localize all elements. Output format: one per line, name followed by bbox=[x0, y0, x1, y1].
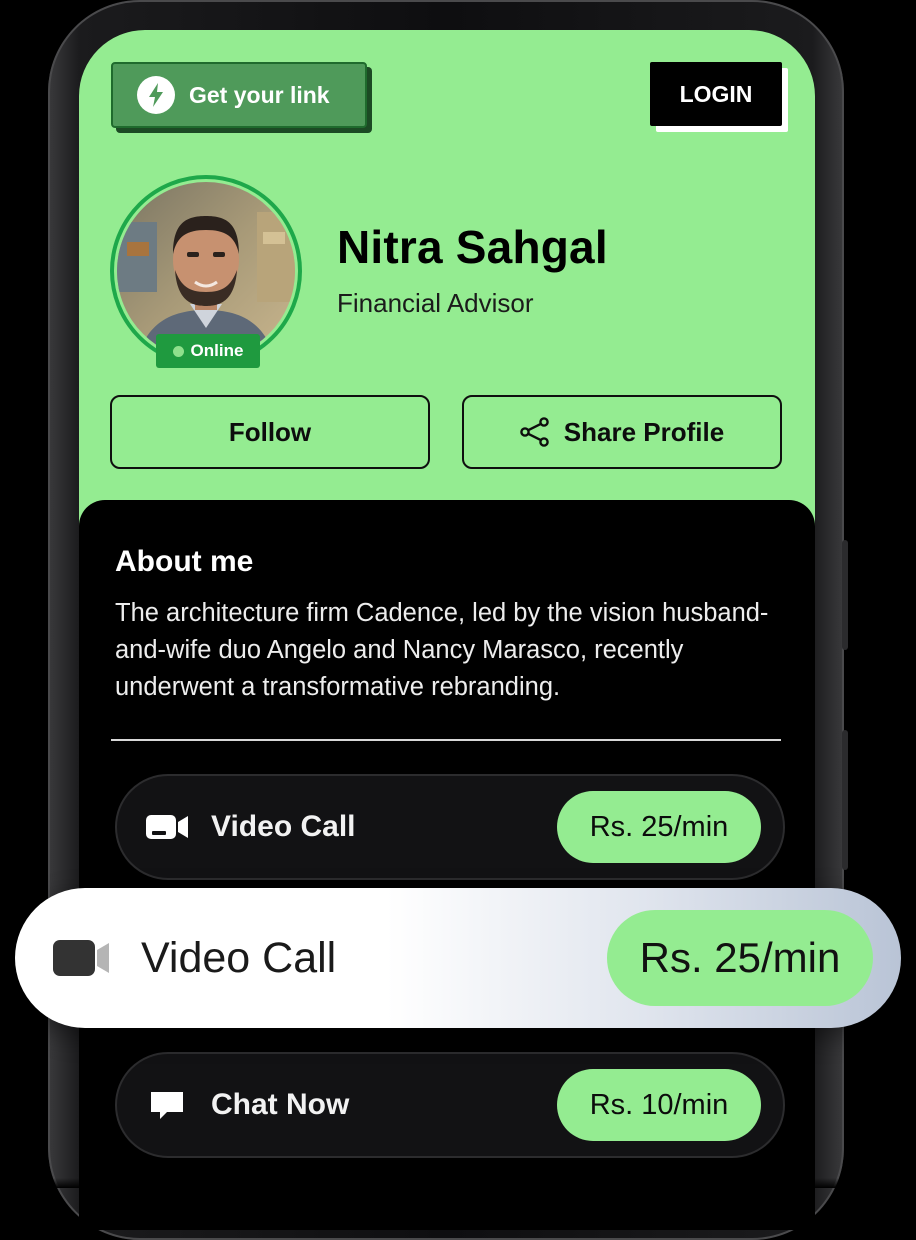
status-badge-label: Online bbox=[190, 341, 244, 360]
profile-name: Nitra Sahgal bbox=[337, 221, 608, 273]
about-title: About me bbox=[115, 545, 254, 578]
video-camera-icon bbox=[53, 939, 111, 977]
about-text: The architecture firm Cadence, led by th… bbox=[115, 599, 769, 701]
service-label: Chat Now bbox=[211, 1088, 350, 1121]
share-icon bbox=[519, 417, 549, 447]
highlight-label: Video Call bbox=[141, 933, 337, 982]
chat-bubble-icon bbox=[145, 1090, 189, 1120]
get-your-link-label: Get your link bbox=[189, 81, 330, 108]
phone-side-button bbox=[842, 730, 848, 870]
get-your-link-button[interactable]: Get your link bbox=[111, 62, 367, 128]
highlighted-video-call-card[interactable]: Video Call Rs. 25/min bbox=[15, 888, 901, 1028]
chat-now-service[interactable]: Chat Now Rs. 10/min bbox=[115, 1052, 785, 1158]
highlight-price-pill: Rs. 25/min bbox=[607, 910, 873, 1006]
share-profile-label: Share Profile bbox=[563, 416, 725, 447]
share-profile-button[interactable]: Share Profile bbox=[462, 395, 782, 469]
divider bbox=[111, 739, 781, 741]
phone-side-button bbox=[842, 540, 848, 650]
status-badge: Online bbox=[156, 334, 260, 368]
follow-button[interactable]: Follow bbox=[110, 395, 430, 469]
price-pill: Rs. 25/min bbox=[557, 791, 761, 863]
bottom-fade bbox=[0, 1178, 916, 1188]
video-call-service[interactable]: Video Call Rs. 25/min bbox=[115, 774, 785, 880]
price-pill: Rs. 10/min bbox=[557, 1069, 761, 1141]
profile-role: Financial Advisor bbox=[337, 288, 534, 318]
service-label: Video Call bbox=[211, 810, 356, 843]
phone-screen: Get your link LOGIN Online Nitra Sahgal … bbox=[79, 30, 815, 1230]
online-dot-icon bbox=[172, 345, 184, 357]
lightning-bolt-icon bbox=[137, 76, 175, 114]
login-button[interactable]: LOGIN bbox=[650, 62, 782, 126]
video-camera-icon bbox=[145, 813, 189, 841]
